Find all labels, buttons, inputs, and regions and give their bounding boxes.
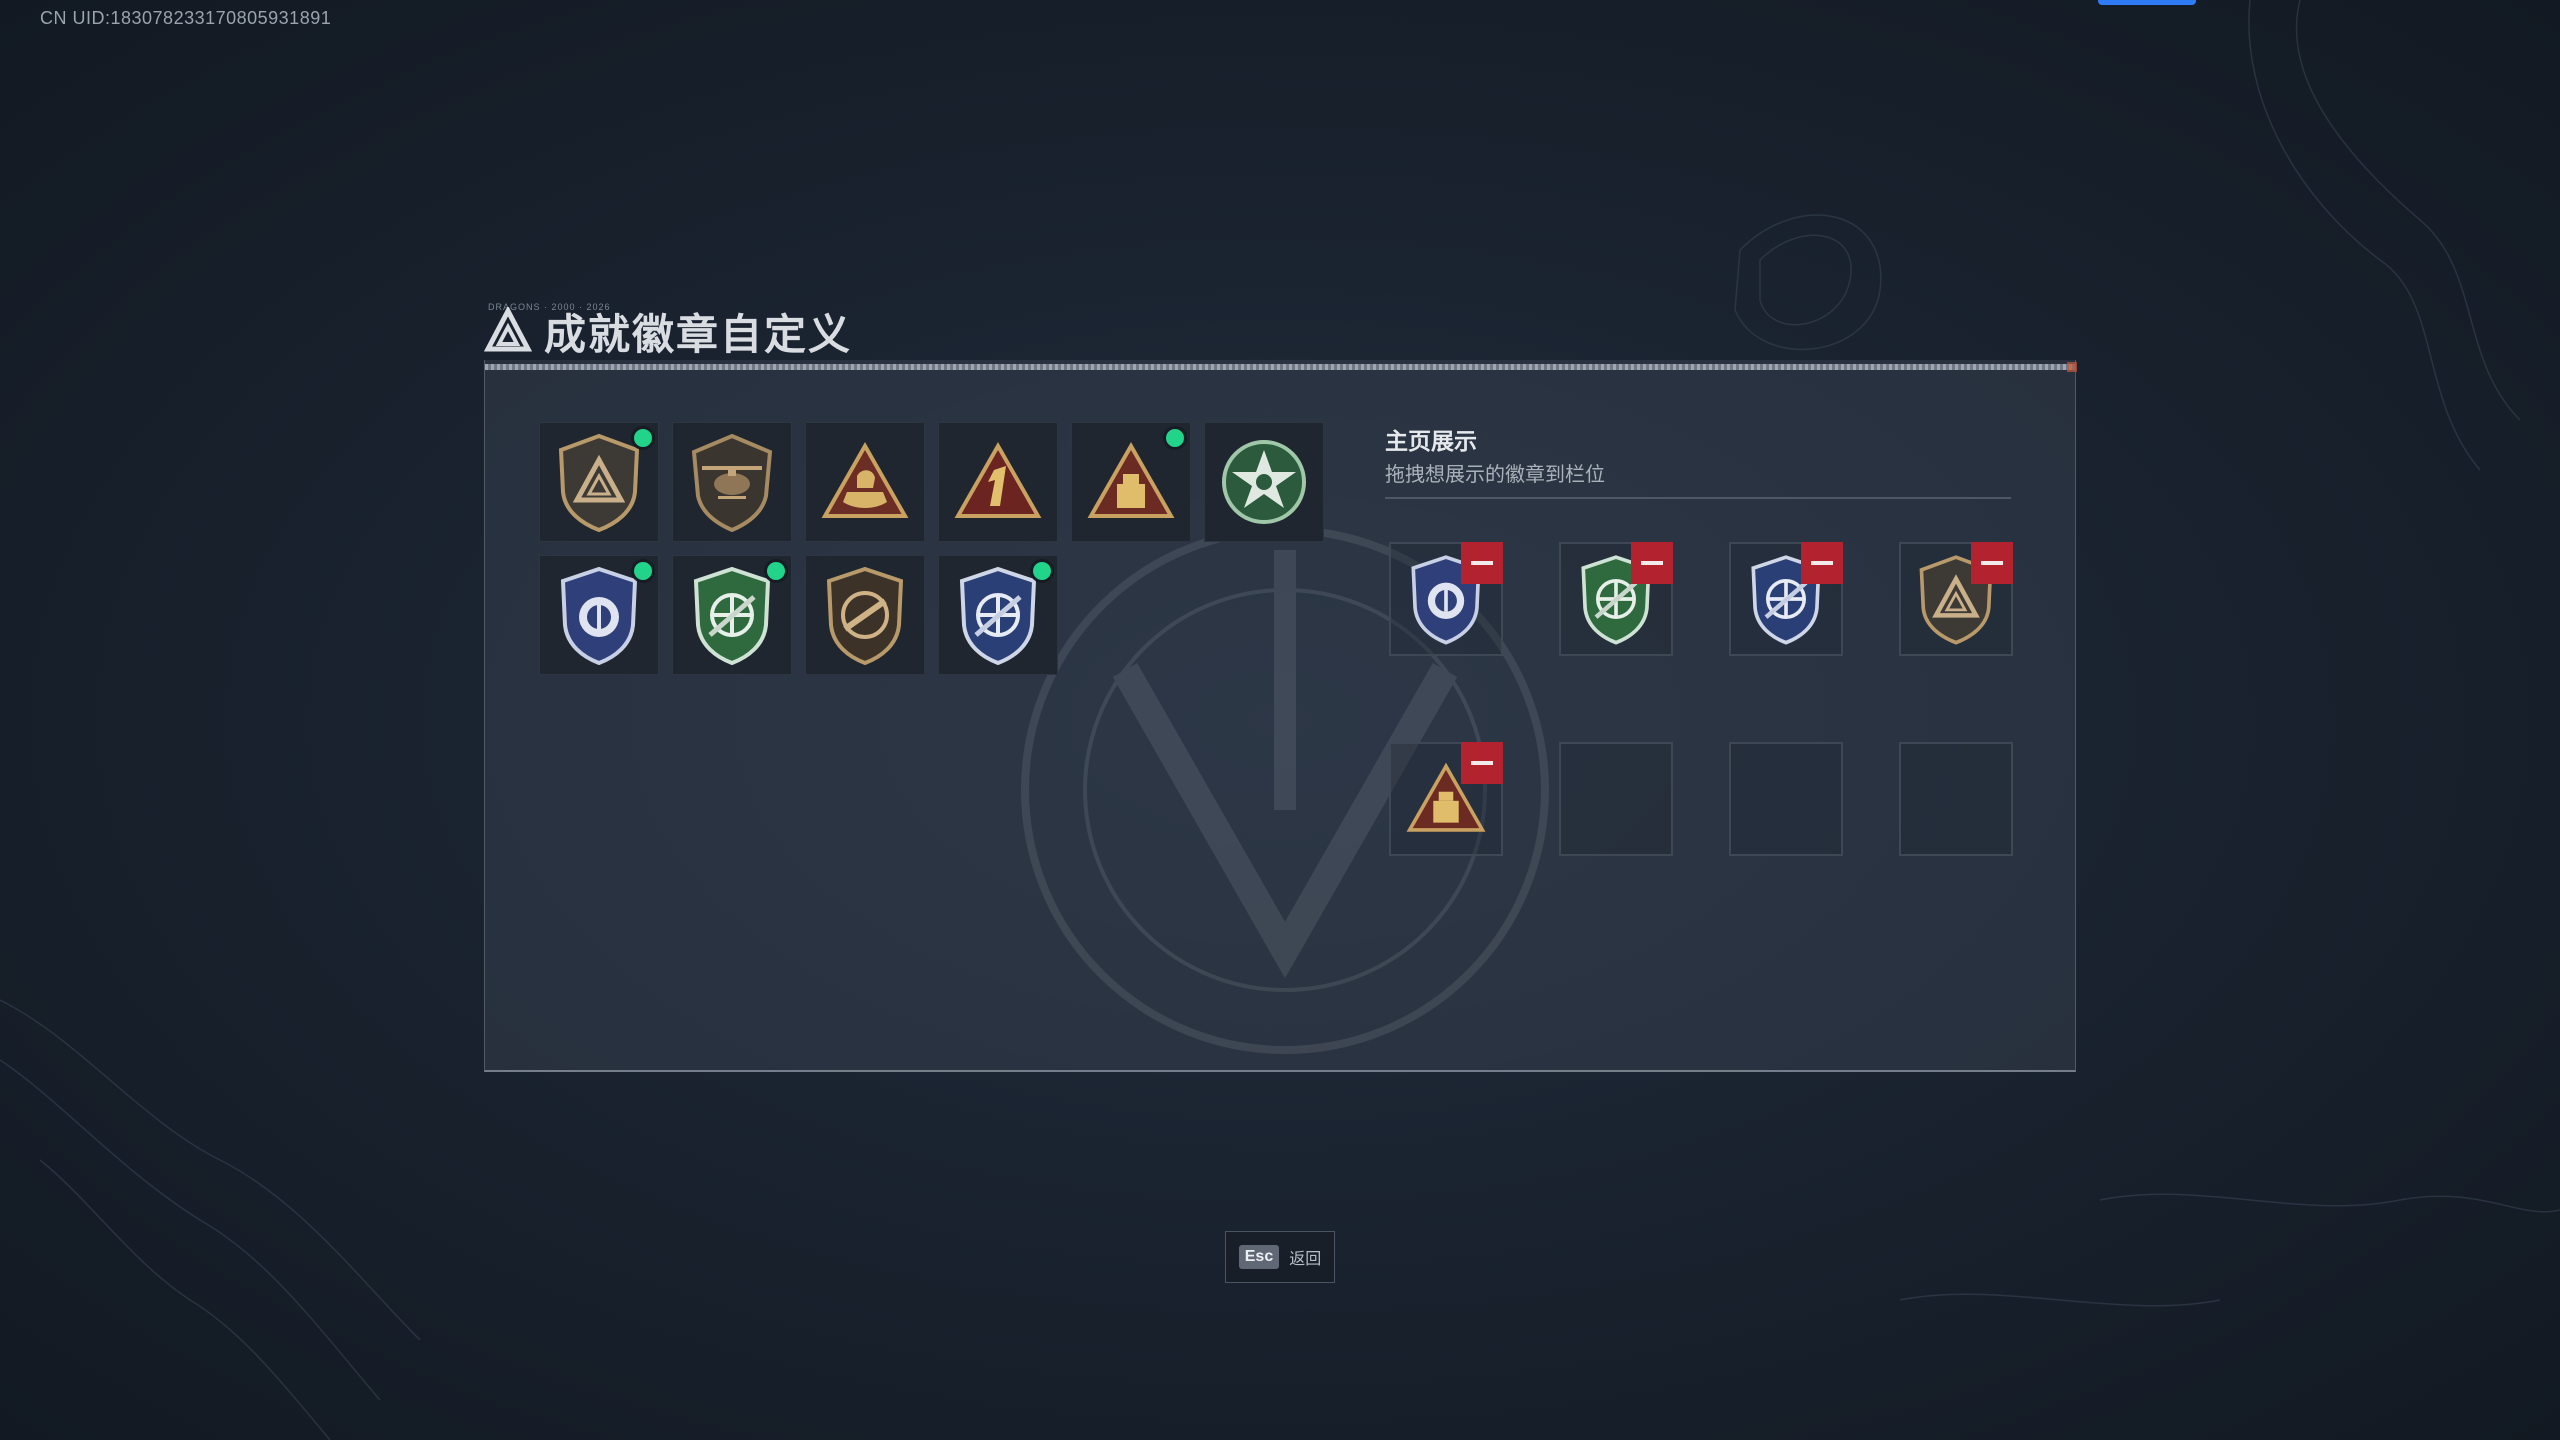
empty-showcase-slot[interactable] [1729,742,1843,856]
back-label: 返回 [1289,1251,1322,1268]
badge-slot[interactable] [1071,422,1191,542]
panel-edge-accent [2067,362,2077,372]
minus-icon [1471,761,1493,765]
showcase-slot[interactable] [1389,742,1503,856]
panel-top-border [485,364,2075,370]
new-indicator-dot [634,429,652,447]
gold-bar-triangle-icon [1087,441,1175,518]
badge-customize-panel: 主页展示 拖拽想展示的徽章到栏位 [484,360,2077,1072]
new-indicator-dot [1166,429,1184,447]
showcase-slot[interactable] [1899,542,2013,656]
brown-rifle-shield-icon [826,566,904,665]
helicopter-badge-icon [691,433,773,532]
showcase-slot[interactable] [1729,542,1843,656]
remove-badge-button[interactable] [1971,542,2013,584]
badge-slot[interactable] [938,555,1058,675]
new-indicator-dot [634,562,652,580]
page-title: 成就徽章自定义 [544,310,853,358]
badge-slot[interactable] [805,555,925,675]
badge-slot[interactable] [539,555,659,675]
esc-key-label: Esc [1238,1245,1280,1269]
remove-badge-button[interactable] [1461,542,1503,584]
user-uid: CN UID:183078233170805931891 [40,8,332,28]
number-one-triangle-icon [954,441,1042,518]
remove-badge-button[interactable] [1801,542,1843,584]
showcase-subtitle: 拖拽想展示的徽章到栏位 [1385,464,1605,486]
triangle-logo-icon [484,307,532,352]
shield-triangle-icon [558,433,640,532]
new-indicator-dot [767,562,785,580]
minus-icon [1471,561,1493,565]
badge-slot[interactable] [938,422,1058,542]
badge-slot[interactable] [672,422,792,542]
minus-icon [1811,561,1833,565]
boat-triangle-icon [821,441,909,518]
showcase-slot-grid [1389,542,2013,856]
remove-badge-button[interactable] [1461,742,1503,784]
badge-slot[interactable] [539,422,659,542]
empty-showcase-slot[interactable] [1559,742,1673,856]
showcase-slot[interactable] [1389,542,1503,656]
blue-crosshair-shield-icon [959,566,1037,665]
new-indicator-dot [1033,562,1051,580]
back-button[interactable]: Esc 返回 [1225,1231,1335,1283]
badge-slot[interactable] [805,422,925,542]
badge-slot[interactable] [672,555,792,675]
page-header: 成就徽章自定义 [484,305,852,358]
badge-collection-grid [539,422,1324,675]
showcase-title: 主页展示 [1385,428,1477,454]
blue-police-shield-icon [560,566,638,665]
showcase-slot[interactable] [1559,542,1673,656]
minus-icon [1981,561,2003,565]
minus-icon [1641,561,1663,565]
empty-showcase-slot[interactable] [1899,742,2013,856]
badge-slot[interactable] [1204,422,1324,542]
top-tab-indicator[interactable] [2098,0,2196,5]
green-star-emblem-icon [1222,440,1306,524]
showcase-divider [1385,497,2011,499]
green-crosshair-shield-icon [693,566,771,665]
remove-badge-button[interactable] [1631,542,1673,584]
